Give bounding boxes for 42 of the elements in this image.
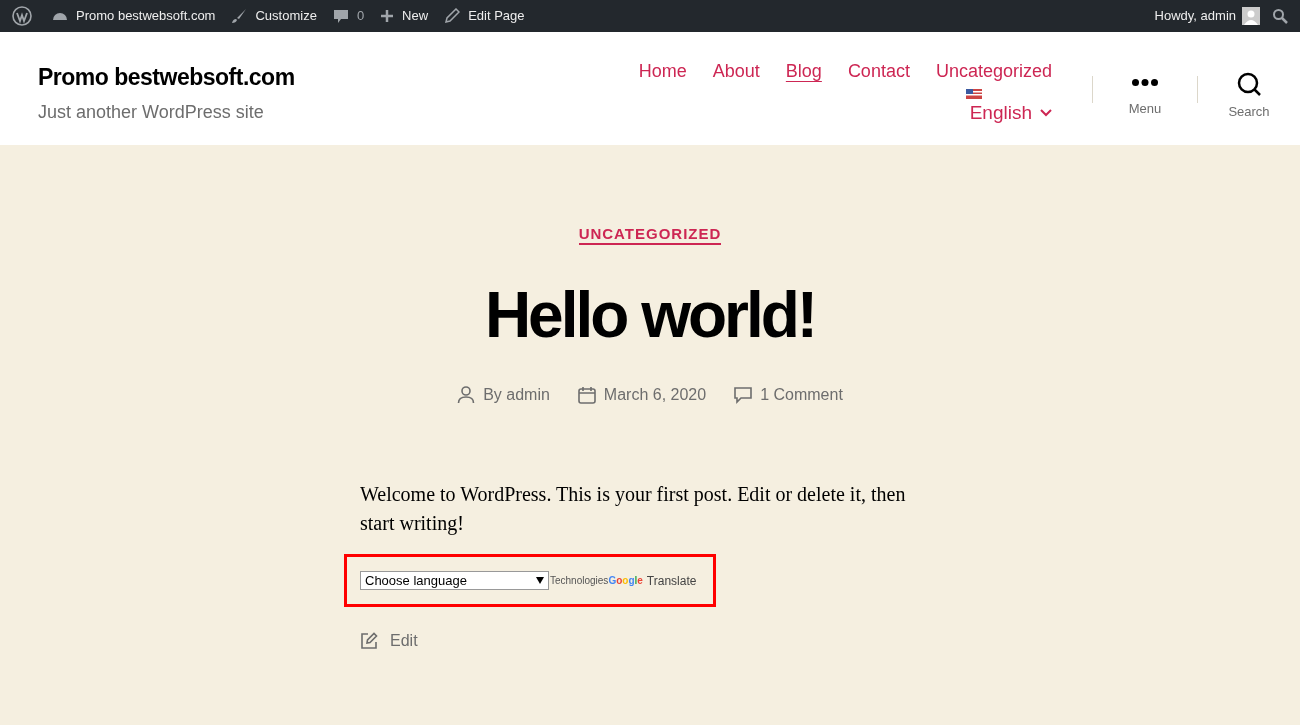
google-logo: Google [608, 574, 643, 588]
dropdown-triangle-icon [536, 577, 544, 584]
nav-link[interactable]: About [712, 58, 760, 85]
site-tagline: Just another WordPress site [38, 100, 265, 124]
wordpress-logo-icon[interactable] [12, 6, 32, 26]
edit-icon [360, 632, 378, 650]
admin-bar-site-link[interactable]: Promo bestwebsoft.com [52, 6, 216, 26]
post-body-text: Welcome to WordPress. This is your first post. Edit or delete it, then start writing! [360, 482, 907, 537]
author-link[interactable]: By admin [483, 383, 550, 407]
site-title[interactable]: Promo bestwebsoft.com [38, 60, 295, 95]
us-flag-icon [965, 89, 982, 99]
category-link[interactable]: UNCATEGORIZED [578, 225, 722, 245]
account-link[interactable]: Howdy, admin [1154, 6, 1260, 26]
customize-link[interactable]: Customize [231, 6, 317, 26]
nav-link[interactable]: Home [638, 58, 687, 85]
edit-page-link[interactable]: Edit Page [444, 6, 525, 26]
nav-link[interactable]: Uncategorized [935, 58, 1052, 85]
more-dots-icon [1132, 79, 1158, 86]
edit-link[interactable]: Edit [390, 629, 418, 653]
post-date-link[interactable]: March 6, 2020 [603, 383, 707, 407]
translate-text: Translate [646, 572, 697, 590]
nav-link[interactable]: Blog [785, 58, 822, 85]
search-icon[interactable] [1272, 8, 1288, 24]
speech-bubble-icon [734, 386, 753, 404]
language-select[interactable]: Choose language [360, 571, 549, 590]
search-icon [1236, 72, 1262, 97]
powered-by-text: Technologies [550, 574, 609, 588]
menu-button[interactable]: Menu [1093, 32, 1197, 145]
nav-link[interactable]: Contact [847, 58, 910, 85]
avatar-icon [1242, 7, 1260, 25]
search-button[interactable]: Search [1198, 32, 1300, 145]
plus-icon [380, 9, 395, 23]
pencil-icon [444, 8, 461, 24]
comments-link[interactable]: 0 [332, 6, 365, 26]
new-link[interactable]: New [380, 6, 429, 26]
comments-count-link[interactable]: 1 Comment [760, 383, 843, 407]
person-icon [457, 386, 476, 404]
comment-icon [332, 8, 349, 24]
chevron-down-icon [1040, 109, 1052, 118]
calendar-icon [577, 386, 596, 404]
post-title: Hello world! [484, 278, 816, 353]
language-switcher[interactable]: English [969, 89, 1052, 128]
